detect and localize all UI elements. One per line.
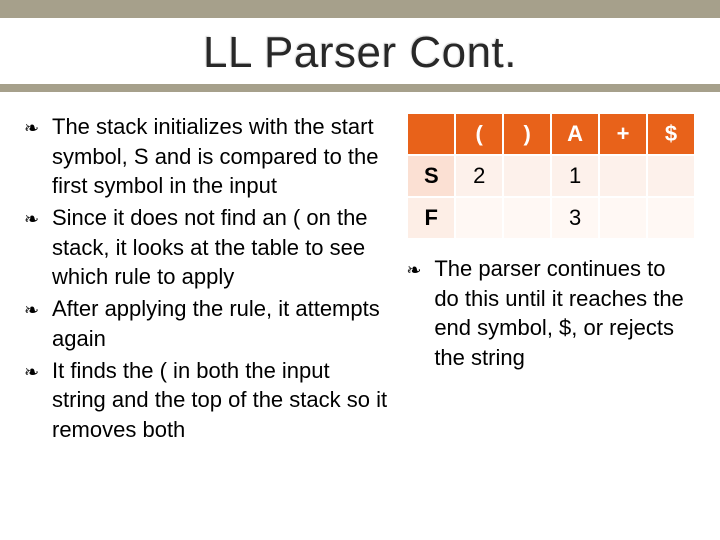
table-corner <box>407 113 455 155</box>
list-item: The stack initializes with the start sym… <box>24 112 388 201</box>
list-item: It finds the ( in both the input string … <box>24 356 388 445</box>
title-bar: LL Parser Cont. <box>0 0 720 92</box>
content-area: The stack initializes with the start sym… <box>0 92 720 447</box>
bullet-text: The parser continues to do this until it… <box>434 256 683 370</box>
table-cell: 3 <box>551 197 599 239</box>
col-header: A <box>551 113 599 155</box>
col-header: + <box>599 113 647 155</box>
left-column: The stack initializes with the start sym… <box>24 112 400 447</box>
list-item: Since it does not find an ( on the stack… <box>24 203 388 292</box>
bullet-text: It finds the ( in both the input string … <box>52 358 387 442</box>
row-header: F <box>407 197 455 239</box>
table-cell <box>503 155 551 197</box>
table-row: F 3 <box>407 197 695 239</box>
table-cell <box>647 155 695 197</box>
table-cell: 2 <box>455 155 503 197</box>
parse-table: ( ) A + $ S 2 1 F <box>406 112 696 240</box>
col-header: ( <box>455 113 503 155</box>
table-cell <box>647 197 695 239</box>
list-item: After applying the rule, it attempts aga… <box>24 294 388 353</box>
left-bullet-list: The stack initializes with the start sym… <box>24 112 388 445</box>
bullet-text: The stack initializes with the start sym… <box>52 114 379 198</box>
col-header: $ <box>647 113 695 155</box>
table-cell: 1 <box>551 155 599 197</box>
table-cell <box>503 197 551 239</box>
table-row: S 2 1 <box>407 155 695 197</box>
bullet-text: After applying the rule, it attempts aga… <box>52 296 380 351</box>
right-column: ( ) A + $ S 2 1 F <box>400 112 696 447</box>
table-cell <box>599 155 647 197</box>
col-header: ) <box>503 113 551 155</box>
row-header: S <box>407 155 455 197</box>
slide-title: LL Parser Cont. <box>0 28 720 78</box>
list-item: The parser continues to do this until it… <box>406 254 696 373</box>
bullet-text: Since it does not find an ( on the stack… <box>52 205 368 289</box>
right-bullet-list: The parser continues to do this until it… <box>406 254 696 373</box>
table-cell <box>599 197 647 239</box>
table-cell <box>455 197 503 239</box>
